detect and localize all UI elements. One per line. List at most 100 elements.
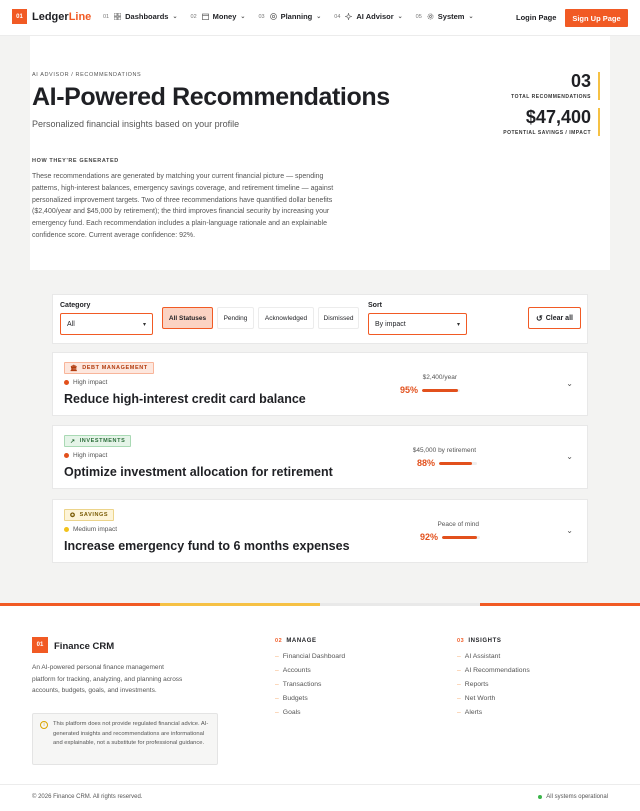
category-badge-label: INVESTMENTS: [79, 438, 126, 444]
sort-select[interactable]: By impact ▾: [368, 313, 467, 335]
footer-link-label: Budgets: [282, 695, 308, 702]
chevron-down-icon[interactable]: ⌄: [566, 526, 573, 535]
footer-link[interactable]: – Transactions: [275, 681, 321, 688]
status-label: All systems operational: [546, 794, 608, 800]
nav-item-planning[interactable]: 03 Planning ⌄: [258, 12, 321, 21]
wallet-icon: [201, 13, 209, 20]
footer-link[interactable]: – Budgets: [275, 695, 308, 702]
footer-link-label: AI Assistant: [464, 653, 501, 660]
category-badge-label: DEBT MANAGEMENT: [82, 365, 148, 371]
footer-link-label: AI Recommendations: [464, 667, 530, 674]
footer-link[interactable]: – Reports: [457, 681, 489, 688]
logo[interactable]: 01 LedgerLine: [12, 9, 91, 24]
page-title: AI-Powered Recommendations: [32, 83, 390, 111]
footer-link[interactable]: – Net Worth: [457, 695, 495, 702]
nav-item-label: Dashboards: [125, 12, 169, 21]
nav-item-number: 04: [334, 13, 341, 20]
category-select-value: All: [67, 320, 75, 328]
impact-indicator: Medium impact: [64, 526, 117, 533]
footer-link[interactable]: – AI Assistant: [457, 653, 500, 660]
sort-label: Sort: [368, 302, 382, 309]
category-select[interactable]: All ▾: [60, 313, 153, 335]
chevron-down-icon[interactable]: ⌄: [566, 452, 573, 461]
nav-item-label: System: [437, 12, 465, 21]
nav-menu: 01 Dashboards ⌄ 02 Money ⌄ 03 Planning ⌄…: [103, 12, 487, 21]
top-nav: 01 LedgerLine 01 Dashboards ⌄ 02 Money ⌄…: [0, 0, 640, 36]
status-filter-pending[interactable]: Pending: [217, 307, 254, 329]
target-icon: [269, 13, 277, 20]
footer-link[interactable]: – Alerts: [457, 709, 482, 716]
sort-select-value: By impact: [375, 320, 406, 328]
stat-label: POTENTIAL SAVINGS / IMPACT: [503, 130, 591, 136]
status-filter-all[interactable]: All Statuses: [162, 307, 213, 329]
nav-item-dashboards[interactable]: 01 Dashboards ⌄: [103, 12, 178, 21]
confidence-indicator: 95%: [400, 385, 461, 395]
footer-link-label: Reports: [464, 681, 489, 688]
nav-item-system[interactable]: 05 System ⌄: [416, 12, 474, 21]
status-filter-acknowledged[interactable]: Acknowledged: [258, 307, 314, 329]
piggy-bank-icon: ✪: [70, 512, 76, 519]
logo-name: Ledger: [32, 10, 69, 23]
nav-item-number: 05: [415, 13, 422, 20]
bank-icon: 🏛: [70, 365, 79, 372]
category-label: Category: [60, 302, 91, 309]
nav-item-number: 02: [190, 13, 197, 20]
breadcrumb: AI ADVISOR / RECOMMENDATIONS: [32, 72, 142, 78]
benefit-metric: $45,000 by retirement: [412, 447, 476, 454]
signup-button[interactable]: Sign Up Page: [565, 9, 628, 27]
confidence-bar: [439, 461, 478, 465]
info-icon: i: [40, 721, 48, 729]
how-description: These recommendations are generated by m…: [32, 173, 334, 239]
category-badge-label: SAVINGS: [79, 512, 109, 518]
copyright: © 2026 Finance CRM. All rights reserved.: [32, 794, 143, 800]
stat-value: 03: [570, 71, 591, 91]
footer-link[interactable]: – Financial Dashboard: [275, 653, 345, 660]
impact-dot: [64, 527, 69, 532]
recommendation-title: Optimize investment allocation for retir…: [64, 465, 333, 479]
category-badge: 🏛 DEBT MANAGEMENT: [64, 362, 154, 374]
recommendation-card[interactable]: ✪ SAVINGS Medium impact Increase emergen…: [52, 499, 588, 563]
column-heading: MANAGE: [286, 638, 317, 644]
column-heading: INSIGHTS: [468, 638, 502, 644]
confidence-bar-fill: [422, 388, 459, 392]
footer-link-label: Goals: [282, 709, 301, 716]
footer-link-label: Alerts: [464, 709, 483, 716]
footer-column-insights: 03 INSIGHTS: [457, 638, 501, 644]
nav-item-label: Money: [212, 12, 237, 21]
footer-link[interactable]: – Goals: [275, 709, 301, 716]
grid-icon: [114, 13, 122, 20]
nav-item-ai-advisor[interactable]: 04 AI Advisor ⌄: [334, 12, 402, 21]
chevron-down-icon: ⌄: [468, 14, 474, 20]
chevron-down-icon[interactable]: ⌄: [566, 379, 573, 388]
footer-link[interactable]: – AI Recommendations: [457, 667, 530, 674]
clear-all-button[interactable]: ↺ Clear all: [528, 307, 581, 329]
how-heading: HOW THEY'RE GENERATED: [32, 158, 119, 164]
benefit-metric: Peace of mind: [437, 521, 479, 528]
confidence-indicator: 92%: [420, 532, 481, 542]
confidence-bar: [442, 535, 481, 539]
footer-link-label: Net Worth: [464, 695, 496, 702]
status-filter-dismissed[interactable]: Dismissed: [318, 307, 359, 329]
benefit-metric: $2,400/year: [422, 374, 457, 381]
footer-link[interactable]: – Accounts: [275, 667, 311, 674]
recommendation-card[interactable]: 🏛 DEBT MANAGEMENT High impact Reduce hig…: [52, 352, 588, 416]
nav-item-money[interactable]: 02 Money ⌄: [191, 12, 246, 21]
footer-divider: [0, 784, 640, 785]
stat-label: TOTAL RECOMMENDATIONS: [511, 94, 591, 100]
page-subtitle: Personalized financial insights based on…: [32, 119, 240, 129]
impact-indicator: High impact: [64, 452, 107, 459]
footer-logo-badge: 01: [32, 637, 48, 653]
stat-total-recommendations: 03 TOTAL RECOMMENDATIONS: [511, 72, 600, 100]
login-link[interactable]: Login Page: [516, 13, 556, 22]
footer-link-label: Accounts: [282, 667, 311, 674]
recommendation-card[interactable]: ↗ INVESTMENTS High impact Optimize inves…: [52, 425, 588, 489]
trend-up-icon: ↗: [70, 438, 76, 445]
chevron-down-icon: ▾: [142, 321, 146, 328]
recommendation-title: Increase emergency fund to 6 months expe…: [64, 539, 350, 553]
stat-potential-savings: $47,400 POTENTIAL SAVINGS / IMPACT: [503, 108, 600, 136]
confidence-bar: [422, 388, 461, 392]
system-status: All systems operational: [538, 794, 608, 800]
impact-label: Medium impact: [73, 526, 118, 533]
logo-name-accent: Line: [68, 10, 92, 23]
refresh-icon: ↺: [536, 313, 543, 323]
